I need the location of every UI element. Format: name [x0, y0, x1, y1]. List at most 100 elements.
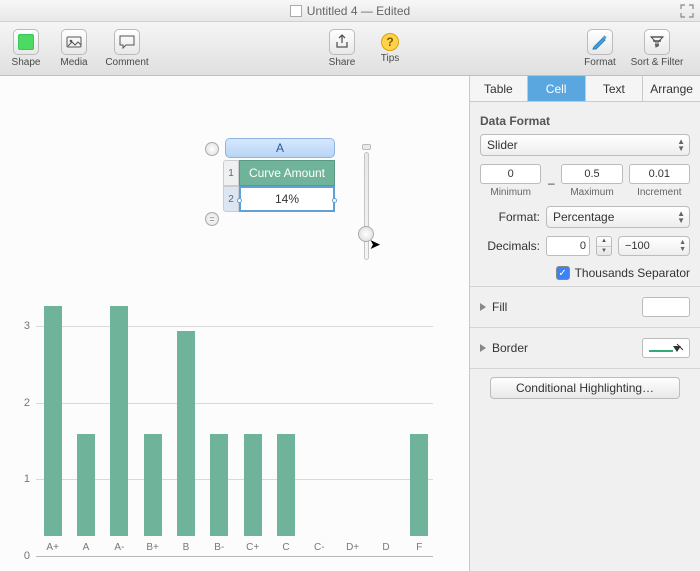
x-tick-label: B+ — [146, 542, 159, 556]
range-dash: – — [547, 173, 555, 190]
format-label: Format — [584, 57, 616, 68]
window-title: Untitled 4 — Edited — [307, 4, 410, 18]
bar-group: C+ — [236, 434, 269, 556]
media-icon — [61, 29, 87, 55]
decimals-label: Decimals: — [480, 239, 540, 253]
row-header-1[interactable]: 1 — [223, 160, 239, 186]
tab-table[interactable]: Table — [470, 76, 528, 101]
fill-color-swatch[interactable] — [642, 297, 690, 317]
decimals-input[interactable]: 0 — [546, 236, 590, 256]
fill-heading[interactable]: Fill — [492, 300, 507, 314]
bar-group: A- — [103, 306, 136, 556]
format-button[interactable]: Format — [580, 29, 620, 68]
format-select[interactable]: Percentage ▲▼ — [546, 206, 690, 228]
selection-handle[interactable] — [332, 198, 337, 203]
bar-group: D — [369, 536, 402, 556]
comment-label: Comment — [105, 57, 148, 68]
thousands-label: Thousands Separator — [575, 266, 690, 280]
bar[interactable] — [110, 306, 128, 536]
selection-handle[interactable] — [237, 198, 242, 203]
tab-arrange[interactable]: Arrange — [643, 76, 700, 101]
chart-baseline — [36, 556, 433, 557]
canvas[interactable]: A 1 2 Curve Amount 14% = ➤ 0123 A+AA-B+B… — [0, 76, 470, 571]
bar[interactable] — [410, 434, 428, 536]
x-tick-label: A — [83, 542, 90, 556]
border-style-swatch[interactable] — [642, 338, 690, 358]
bar-group: B+ — [136, 434, 169, 556]
comment-button[interactable]: Comment — [102, 29, 152, 68]
data-format-heading: Data Format — [480, 114, 690, 128]
bar[interactable] — [77, 434, 95, 536]
bar-group: C- — [303, 536, 336, 556]
y-tick: 3 — [24, 320, 30, 332]
x-tick-label: C- — [314, 542, 325, 556]
conditional-highlighting-button[interactable]: Conditional Highlighting… — [490, 377, 680, 399]
disclosure-triangle-icon[interactable] — [480, 344, 486, 352]
stepper-up-icon[interactable]: ▲ — [597, 237, 611, 247]
inspector-panel: Table Cell Text Arrange Data Format Slid… — [470, 76, 700, 571]
chevron-updown-icon: ▲▼ — [677, 138, 685, 152]
share-button[interactable]: Share — [322, 29, 362, 68]
minimum-label: Minimum — [490, 187, 531, 198]
sortfilter-label: Sort & Filter — [631, 57, 684, 68]
bar-group: B- — [203, 434, 236, 556]
filter-icon — [644, 29, 670, 55]
y-tick: 2 — [24, 397, 30, 409]
inspector-tabs: Table Cell Text Arrange — [470, 76, 700, 102]
cursor-icon: ➤ — [369, 236, 381, 253]
tips-icon: ? — [381, 33, 399, 51]
share-icon — [329, 29, 355, 55]
x-tick-label: B — [183, 542, 190, 556]
negative-display-select[interactable]: −100 ▲▼ — [618, 236, 690, 256]
x-tick-label: D — [382, 542, 389, 556]
thousands-checkbox[interactable]: ✓ — [556, 266, 570, 280]
border-heading[interactable]: Border — [492, 341, 528, 355]
media-label: Media — [60, 57, 87, 68]
bar-chart[interactable]: 0123 A+AA-B+BB-C+CC-D+DF — [10, 326, 440, 571]
bar[interactable] — [210, 434, 228, 536]
table-corner-handle[interactable] — [205, 142, 219, 156]
bar[interactable] — [177, 331, 195, 536]
column-header-label: A — [276, 141, 284, 155]
bar-group: D+ — [336, 536, 369, 556]
bar-group: C — [269, 434, 302, 556]
bar-group: B — [169, 331, 202, 556]
decimals-stepper[interactable]: ▲▼ — [596, 236, 612, 256]
increment-label: Increment — [637, 187, 681, 198]
share-label: Share — [329, 57, 356, 68]
media-button[interactable]: Media — [54, 29, 94, 68]
x-tick-label: C — [282, 542, 289, 556]
comment-icon — [114, 29, 140, 55]
shape-icon — [18, 34, 34, 50]
cell-A2-value: 14% — [275, 192, 299, 206]
tab-text[interactable]: Text — [586, 76, 644, 101]
slider-column-handle[interactable] — [362, 144, 371, 150]
column-header-A[interactable]: A — [225, 138, 335, 158]
bar[interactable] — [244, 434, 262, 536]
maximum-input[interactable]: 0.5 — [561, 164, 622, 184]
chevron-updown-icon: ▲▼ — [679, 239, 686, 253]
bar[interactable] — [144, 434, 162, 536]
y-tick: 0 — [24, 550, 30, 562]
format-icon — [587, 29, 613, 55]
fullscreen-icon[interactable] — [680, 4, 694, 18]
cell-A2[interactable]: 14% — [239, 186, 335, 212]
sort-filter-button[interactable]: Sort & Filter — [628, 29, 686, 68]
document-icon — [290, 5, 302, 17]
shape-button[interactable]: Shape — [6, 29, 46, 68]
stepper-down-icon[interactable]: ▼ — [597, 247, 611, 256]
x-tick-label: D+ — [346, 542, 359, 556]
x-tick-label: F — [416, 542, 422, 556]
tips-button[interactable]: ? Tips — [370, 29, 410, 68]
disclosure-triangle-icon[interactable] — [480, 303, 486, 311]
cell-A1[interactable]: Curve Amount — [239, 160, 335, 186]
tab-cell[interactable]: Cell — [528, 76, 586, 101]
data-format-select[interactable]: Slider ▲▼ — [480, 134, 690, 156]
bar[interactable] — [277, 434, 295, 536]
row-add-handle[interactable]: = — [205, 212, 219, 226]
minimum-input[interactable]: 0 — [480, 164, 541, 184]
bar[interactable] — [44, 306, 62, 536]
x-tick-label: C+ — [246, 542, 259, 556]
bar-group: F — [403, 434, 436, 556]
increment-input[interactable]: 0.01 — [629, 164, 690, 184]
